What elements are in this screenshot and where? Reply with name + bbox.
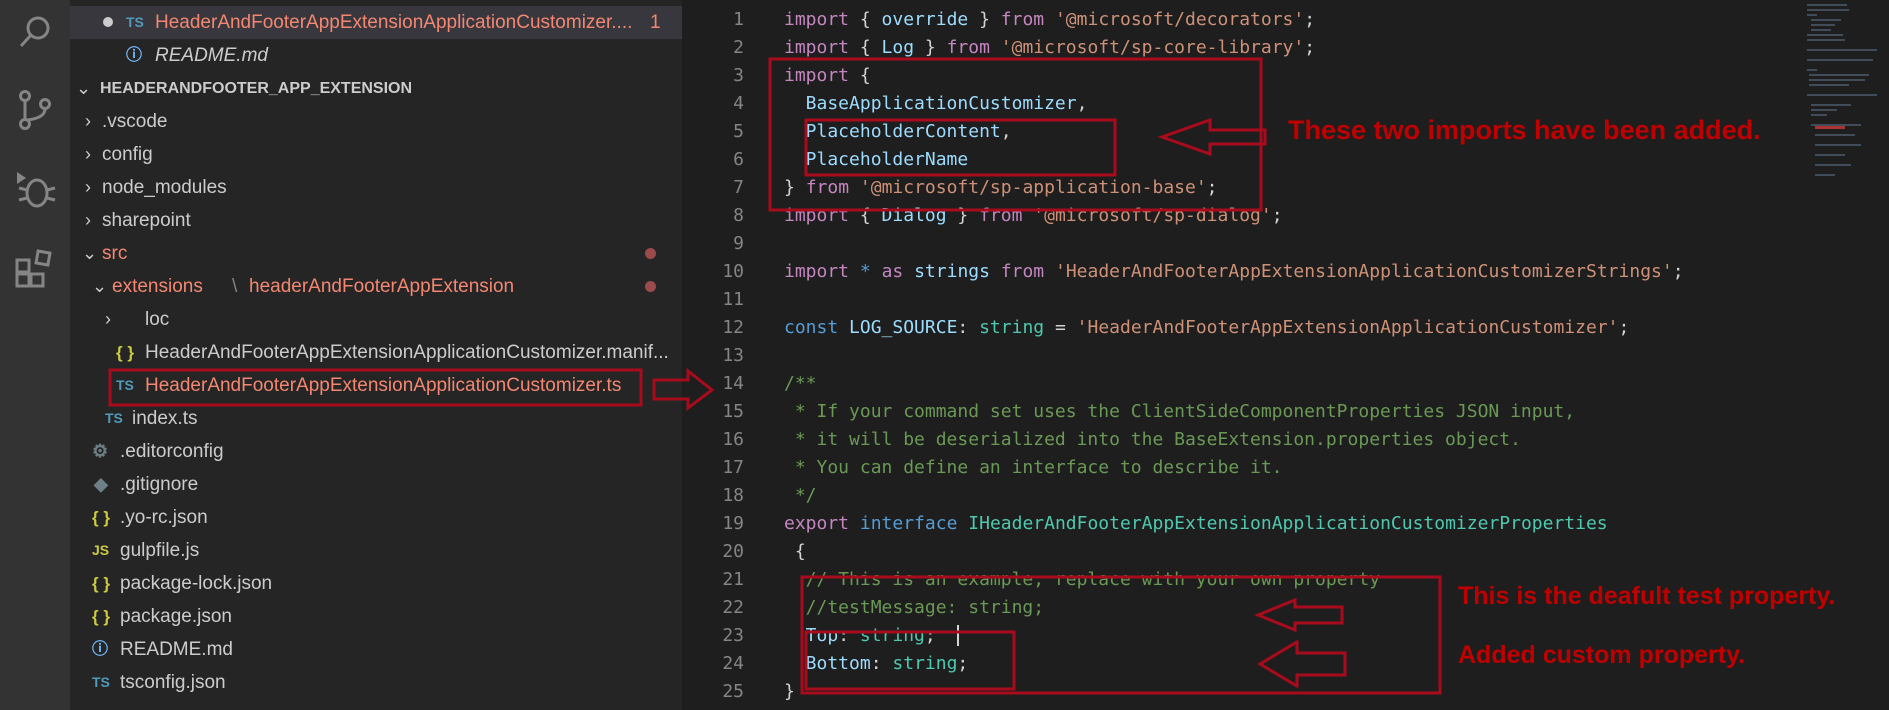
- arrow-left-custom: [1257, 639, 1347, 689]
- arrow-left-imports: [1157, 117, 1267, 157]
- annotation-default-property: This is the deafult test property.: [1458, 582, 1836, 610]
- annotation-imports-added: These two imports have been added.: [1288, 115, 1761, 145]
- custom-properties-box: [804, 630, 1016, 691]
- arrow-left-default: [1254, 597, 1344, 633]
- arrow-right-file: [652, 367, 715, 411]
- annotation-custom-property: Added custom property.: [1458, 641, 1746, 669]
- imports-highlight-box: [768, 57, 1263, 212]
- customizer-file-highlight-box: [108, 368, 643, 407]
- placeholder-imports-box: [804, 118, 1117, 177]
